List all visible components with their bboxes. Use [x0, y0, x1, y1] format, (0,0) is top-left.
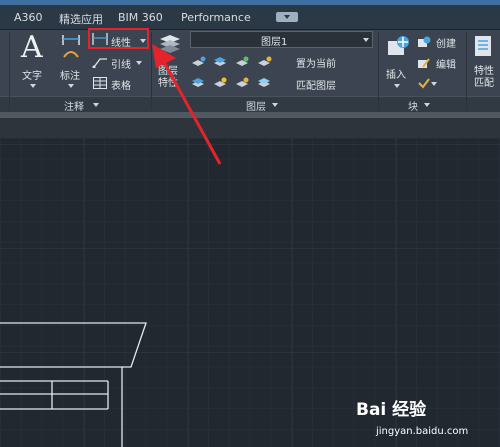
match-layer-button[interactable]: 匹配图层: [296, 77, 336, 92]
linear-dropdown-arrow[interactable]: [140, 39, 146, 43]
current-layer-name: 图层1: [261, 37, 288, 48]
leader-button-label[interactable]: 引线: [111, 56, 131, 71]
insert-block-icon[interactable]: [385, 33, 411, 61]
linear-dimension-icon[interactable]: [92, 33, 108, 45]
dimension-icon[interactable]: [60, 33, 82, 63]
red-pointer-arrow: [152, 44, 222, 165]
tab-performance[interactable]: Performance: [181, 11, 251, 24]
table-icon[interactable]: [93, 77, 107, 89]
baidu-watermark: Bai 经验: [356, 400, 427, 420]
file-tabs-bar: [0, 118, 500, 138]
layers-panel-expand[interactable]: [272, 103, 278, 107]
set-current-button[interactable]: 置为当前: [296, 55, 336, 70]
leader-icon[interactable]: [92, 56, 108, 68]
leader-dropdown-arrow[interactable]: [136, 61, 142, 65]
ribbon-tab-bar: A360 精选应用 BIM 360 Performance: [0, 5, 500, 30]
match-properties-label[interactable]: 特性 匹配: [474, 66, 494, 90]
block-panel-title[interactable]: 块: [408, 98, 418, 113]
annotation-panel-title[interactable]: 注释: [64, 98, 84, 113]
layer-dropdown-arrow[interactable]: [363, 38, 369, 42]
insert-button-label[interactable]: 插入: [386, 66, 406, 81]
edit-block-icon[interactable]: [417, 57, 431, 69]
table-button-label[interactable]: 表格: [111, 77, 131, 92]
annotation-panel-expand[interactable]: [93, 103, 99, 107]
tab-a360[interactable]: A360: [14, 11, 43, 24]
tab-bim360[interactable]: BIM 360: [118, 11, 163, 24]
text-dropdown-arrow[interactable]: [30, 84, 36, 88]
insert-dropdown-arrow[interactable]: [394, 84, 400, 88]
linear-button-label[interactable]: 线性: [111, 34, 131, 49]
create-block-button[interactable]: 创建: [436, 35, 456, 50]
create-block-icon[interactable]: [417, 36, 431, 48]
layers-panel-title[interactable]: 图层: [246, 98, 266, 113]
dimension-button-label[interactable]: 标注: [60, 67, 80, 82]
block-panel-expand[interactable]: [424, 103, 430, 107]
text-button-label[interactable]: 文字: [22, 67, 42, 82]
edit-block-button[interactable]: 编辑: [436, 56, 456, 71]
dimension-dropdown-arrow[interactable]: [68, 84, 74, 88]
block-attribute-dropdown[interactable]: [431, 82, 437, 86]
text-icon[interactable]: A: [21, 30, 43, 65]
tab-overflow-dropdown[interactable]: [276, 12, 298, 22]
tab-featured-apps[interactable]: 精选应用: [59, 11, 103, 27]
match-properties-icon[interactable]: [472, 33, 496, 61]
watermark-url: jingyan.baidu.com: [376, 426, 469, 437]
